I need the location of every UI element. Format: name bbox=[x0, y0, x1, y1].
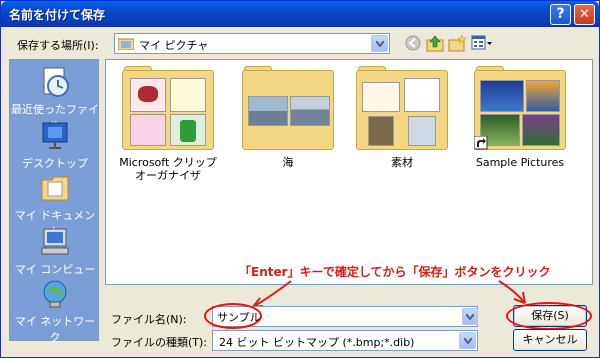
highlight-ellipse bbox=[204, 303, 262, 329]
file-name-label: ファイル名(N): bbox=[111, 313, 187, 326]
save-as-dialog: 名前を付けて保存 ? ✕ 保存する場所(I): マイ ピクチャ 最近使ったファイ… bbox=[0, 0, 600, 358]
cancel-button[interactable]: キャンセル bbox=[513, 329, 587, 351]
highlight-ellipse bbox=[506, 302, 592, 330]
file-type-value: 24 ビット ビットマップ (*.bmp;*.dib) bbox=[219, 336, 415, 349]
annotation-arrows bbox=[252, 280, 526, 308]
chevron-down-icon[interactable] bbox=[459, 332, 476, 349]
file-type-label: ファイルの種類(T): bbox=[111, 336, 208, 349]
file-type-dropdown[interactable]: 24 ビット ビットマップ (*.bmp;*.dib) bbox=[212, 330, 478, 351]
chevron-down-icon[interactable] bbox=[462, 308, 478, 325]
